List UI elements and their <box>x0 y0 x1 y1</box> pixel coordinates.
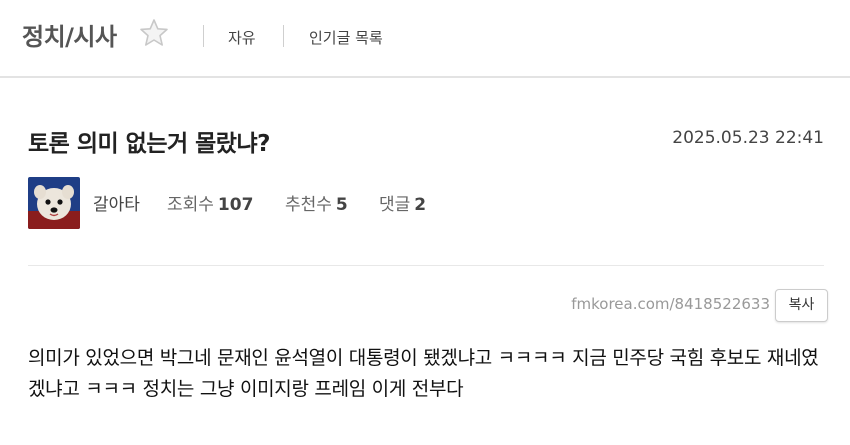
post-url[interactable]: fmkorea.com/8418522633 <box>571 295 770 313</box>
nav-separator <box>203 25 204 47</box>
author-name[interactable]: 갈아타 <box>93 190 140 215</box>
comments-label: 댓글 <box>379 195 411 215</box>
board-title[interactable]: 정치/시사 <box>22 17 117 52</box>
board-header: 정치/시사 자유 인기글 목록 <box>0 0 850 76</box>
recommend-count: 추천수 5 <box>285 190 348 215</box>
views-count: 조회수 107 <box>167 190 253 215</box>
post-date: 2025.05.23 22:41 <box>672 128 824 148</box>
recommend-value: 5 <box>335 195 348 215</box>
copy-url-button[interactable]: 복사 <box>775 289 828 322</box>
recommend-label: 추천수 <box>285 195 332 215</box>
content-divider <box>28 265 824 266</box>
comments-value: 2 <box>414 195 427 215</box>
views-value: 107 <box>217 195 254 215</box>
post-title: 토론 의미 없는거 몰랐냐? <box>28 131 270 157</box>
avatar[interactable] <box>28 177 80 229</box>
nav-separator <box>283 25 284 47</box>
views-label: 조회수 <box>167 195 214 215</box>
header-divider <box>0 76 850 78</box>
post-body: 의미가 있었으면 박그네 문재인 윤석열이 대통령이 됐겠냐고 ㅋㅋㅋㅋ 지금 … <box>28 347 819 400</box>
nav-free[interactable]: 자유 <box>228 27 256 48</box>
nav-popular-list[interactable]: 인기글 목록 <box>309 27 383 48</box>
comment-count[interactable]: 댓글 2 <box>379 190 426 215</box>
star-icon[interactable] <box>138 17 170 49</box>
